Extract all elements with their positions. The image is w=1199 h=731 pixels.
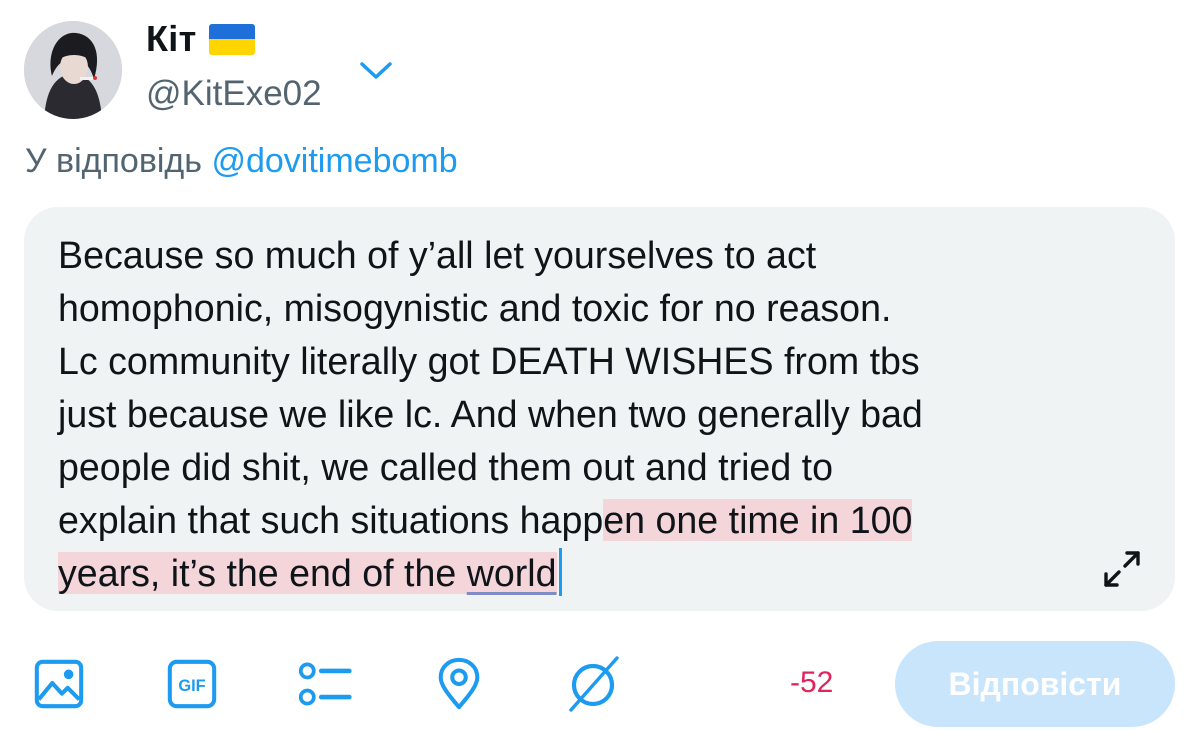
display-name: Кіт bbox=[146, 18, 255, 60]
tweet-composer[interactable]: Because so much of y’all let yourselves … bbox=[24, 207, 1175, 611]
composer-text-valid: Because so much of y’all let yourselves … bbox=[58, 234, 923, 541]
avatar[interactable] bbox=[24, 21, 122, 119]
replying-to-label: У відповідь bbox=[25, 142, 202, 180]
circle-icon[interactable] bbox=[565, 656, 621, 712]
image-icon[interactable] bbox=[31, 656, 87, 712]
user-handle: @KitExe02 bbox=[146, 74, 322, 113]
character-counter: -52 bbox=[790, 666, 834, 699]
text-caret bbox=[558, 548, 562, 596]
svg-text:GIF: GIF bbox=[178, 677, 205, 695]
avatar-image bbox=[24, 21, 122, 119]
replying-to: У відповідь @dovitimebomb bbox=[25, 142, 458, 181]
chevron-down-icon[interactable] bbox=[358, 58, 394, 82]
location-icon[interactable] bbox=[431, 656, 487, 712]
expand-icon[interactable] bbox=[1100, 547, 1144, 591]
gif-icon[interactable]: GIF bbox=[164, 656, 220, 712]
poll-icon[interactable] bbox=[297, 656, 353, 712]
display-name-text: Кіт bbox=[146, 18, 197, 59]
composer-textarea[interactable]: Because so much of y’all let yourselves … bbox=[58, 229, 1078, 600]
ukraine-flag-icon bbox=[208, 23, 255, 55]
reply-button[interactable]: Відповісти bbox=[895, 641, 1175, 727]
replying-to-mention[interactable]: @dovitimebomb bbox=[211, 142, 457, 180]
spellcheck-word: world bbox=[466, 552, 557, 594]
